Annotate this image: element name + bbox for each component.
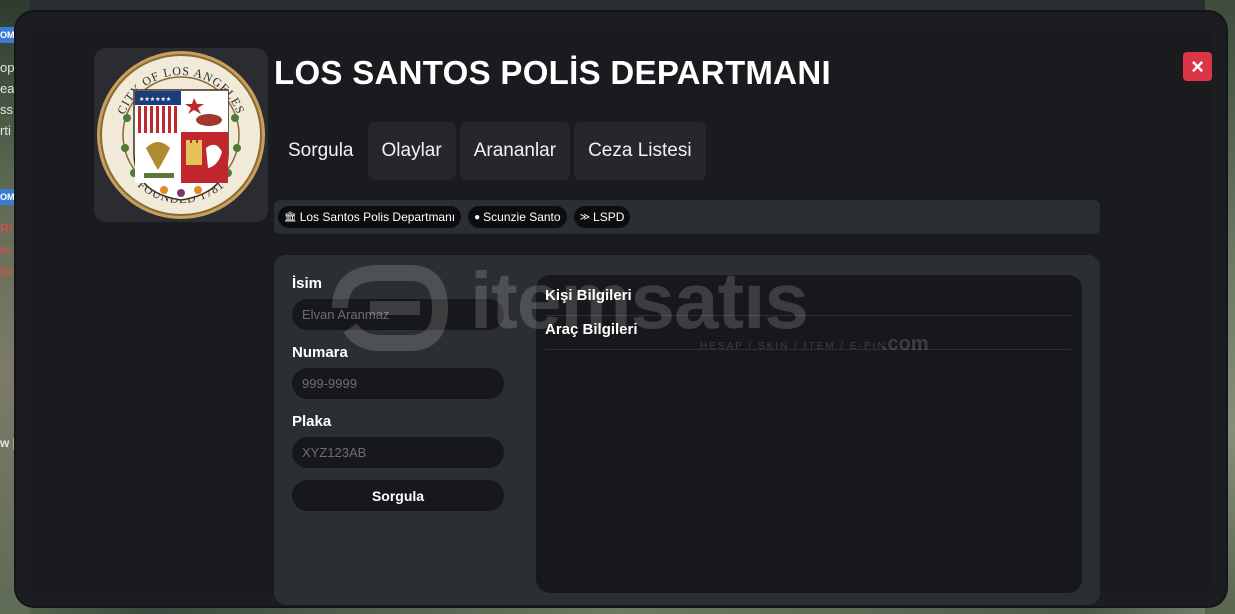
breadcrumb-label: LSPD (593, 210, 625, 224)
window-inner: CITY OF LOS ANGELES FOUNDED 1781 (30, 26, 1212, 605)
name-label: İsim (292, 275, 323, 292)
result-person-info[interactable]: Kişi Bilgileri (545, 285, 1071, 316)
plate-input[interactable] (292, 437, 504, 468)
results-panel: Kişi Bilgileri Araç Bilgileri (536, 275, 1082, 593)
hud-text: w | (0, 436, 17, 450)
main-tabs: Sorgula Olaylar Arananlar Ceza Listesi (274, 122, 706, 180)
hud-text: e/ (0, 242, 11, 257)
breadcrumb-officer: ● Scunzie Santo (468, 206, 567, 228)
number-label: Numara (292, 344, 348, 361)
department-logo: CITY OF LOS ANGELES FOUNDED 1781 (94, 48, 268, 222)
breadcrumb-label: Scunzie Santo (483, 210, 561, 224)
hud-text: ss (0, 102, 13, 117)
police-mdt-window: CITY OF LOS ANGELES FOUNDED 1781 (16, 12, 1226, 606)
hud-text: RI (0, 221, 13, 236)
tab-sorgula[interactable]: Sorgula (274, 122, 364, 180)
breadcrumb-label: Los Santos Polis Departmanı (299, 210, 456, 224)
plate-label: Plaka (292, 413, 332, 430)
svg-text:★★★★★★: ★★★★★★ (139, 96, 171, 103)
hud-badge: OMI (0, 189, 17, 205)
page-title: LOS SANTOS POLİS DEPARTMANI (274, 54, 831, 91)
search-panel: İsim Numara Plaka Sorgula Kişi Bilgileri… (274, 255, 1100, 605)
result-vehicle-info[interactable]: Araç Bilgileri (545, 319, 1071, 350)
close-icon: × (1191, 53, 1204, 79)
tab-ceza-listesi[interactable]: Ceza Listesi (574, 122, 706, 180)
number-input[interactable] (292, 368, 504, 399)
breadcrumb: 🏛 Los Santos Polis Departmanı ● Scunzie … (274, 200, 1100, 234)
search-button[interactable]: Sorgula (292, 480, 504, 511)
hud-badge: OMI (0, 27, 17, 43)
building-icon: 🏛 (284, 211, 297, 223)
tab-arananlar[interactable]: Arananlar (459, 122, 571, 180)
breadcrumb-department: 🏛 Los Santos Polis Departmanı (278, 206, 462, 228)
hud-text: rti (0, 123, 11, 138)
la-city-seal-icon: CITY OF LOS ANGELES FOUNDED 1781 (97, 51, 265, 219)
name-input[interactable] (292, 299, 504, 330)
rank-icon: ≫ (579, 211, 591, 223)
hud-text: dz (0, 263, 14, 278)
search-form: İsim Numara Plaka Sorgula (292, 275, 506, 511)
close-button[interactable]: × (1183, 52, 1212, 81)
user-icon: ● (474, 211, 481, 223)
tab-olaylar[interactable]: Olaylar (367, 122, 456, 180)
breadcrumb-rank: ≫ LSPD (573, 206, 631, 228)
